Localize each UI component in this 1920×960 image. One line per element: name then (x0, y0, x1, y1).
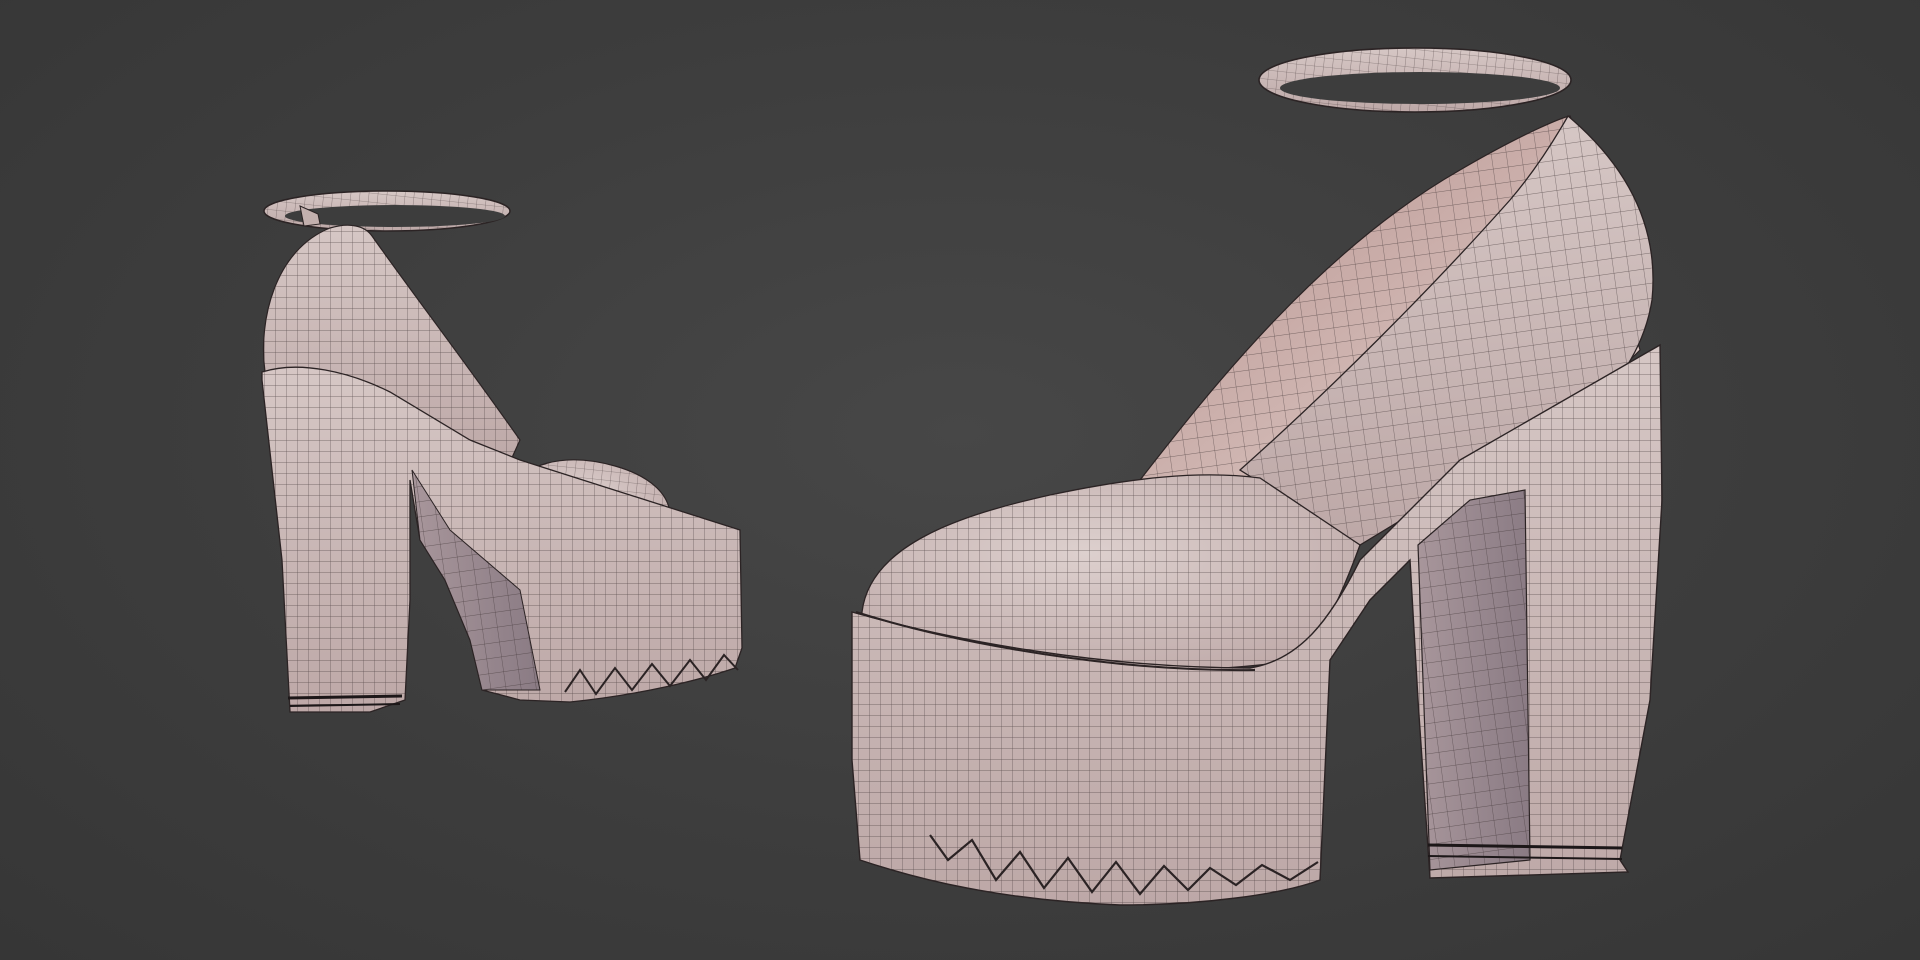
render-canvas (261, 47, 1663, 906)
shoe-left[interactable] (261, 190, 743, 713)
shoe-right[interactable] (851, 47, 1663, 906)
3d-viewport[interactable]: Two platform high-heel shoe 3D models wi… (0, 0, 1920, 960)
ankle-strap-left (263, 190, 511, 232)
ankle-strap-right (1258, 47, 1572, 113)
